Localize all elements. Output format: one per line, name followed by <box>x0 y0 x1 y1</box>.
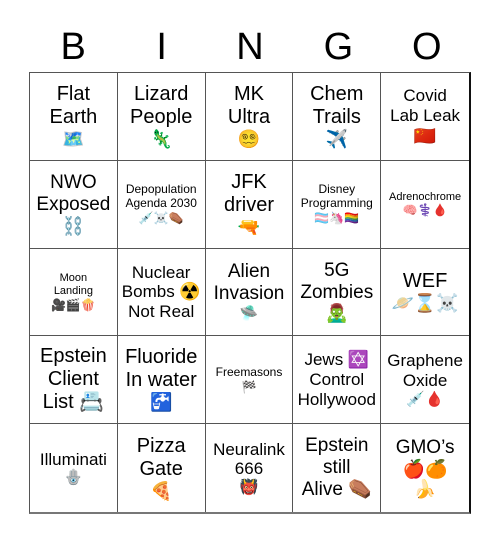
cell-label: WEF <box>402 270 448 293</box>
cell-label: Depopulation Agenda 2030 <box>125 182 197 211</box>
trans-flag-unicorn-rainbow-flag-icons: 🏳️‍⚧️🦄🏳️‍🌈 <box>314 210 360 225</box>
cell-label: Graphene Oxide <box>387 351 463 391</box>
bingo-cell-nuclear-bombs-not-real[interactable]: Nuclear Bombs ☢️ Not Real <box>117 248 206 337</box>
bingo-cell-neuralink-666[interactable]: Neuralink 666 👹 <box>206 424 294 512</box>
potable-water-icon: 🚰 <box>149 392 173 413</box>
ogre-icon: 👹 <box>239 478 259 496</box>
chains-icon: ⛓️ <box>62 215 85 236</box>
cell-label: Flat Earth <box>49 83 98 128</box>
bingo-cell-fluoride-in-water[interactable]: Fluoride In water 🚰 <box>117 336 206 425</box>
bingo-cell-covid-lab-leak[interactable]: Covid Lab Leak 🇨🇳 <box>381 73 469 161</box>
cell-label: Illuminati <box>39 449 107 469</box>
bingo-cell-lizard-people[interactable]: Lizard People 🦎 <box>117 73 206 161</box>
ufo-icon: 🛸 <box>239 305 259 323</box>
movie-camera-clapper-popcorn-icons: 🎥🎬🍿 <box>50 297 96 312</box>
bingo-board: Flat Earth 🗺️ Lizard People 🦎 MK Ultra 😵… <box>29 72 471 514</box>
header-letter-n: N <box>236 26 264 68</box>
bingo-cell-depopulation-agenda[interactable]: Depopulation Agenda 2030 💉☠️⚰️ <box>117 160 206 249</box>
syringe-skull-coffin-icons: 💉☠️⚰️ <box>138 210 184 225</box>
bingo-cell-jews-control-hollywood[interactable]: Jews ✡️ Control Hollywood <box>293 336 382 425</box>
header-letter-o: O <box>412 26 442 68</box>
cell-label: Adrenochrome <box>389 190 462 203</box>
bingo-cell-jfk-driver[interactable]: JFK driver 🔫 <box>205 160 294 249</box>
cell-label: Epstein still Alive ⚰️ <box>301 435 372 501</box>
pizza-icon: 🍕 <box>149 480 173 501</box>
bingo-cell-alien-invasion[interactable]: Alien Invasion 🛸 <box>205 248 294 337</box>
bingo-cell-chem-trails[interactable]: Chem Trails ✈️ <box>293 73 382 161</box>
water-pistol-icon: 🔫 <box>237 216 261 237</box>
cell-label: 5G Zombies <box>300 259 374 303</box>
hamsa-icon: 🪬 <box>64 469 83 487</box>
bingo-cell-epstein-client-list[interactable]: Epstein Client List 📇 <box>30 336 118 425</box>
bingo-cell-disney-programming[interactable]: Disney Programming 🏳️‍⚧️🦄🏳️‍🌈 <box>293 160 382 249</box>
cell-label: Fluoride In water <box>125 346 198 392</box>
checkered-flag-icon: 🏁 <box>241 379 257 394</box>
bingo-cell-illuminati[interactable]: Illuminati 🪬 <box>30 424 118 512</box>
cell-label: Pizza Gate <box>136 434 186 480</box>
cell-label: Disney Programming <box>300 182 373 211</box>
bingo-cell-epstein-still-alive[interactable]: Epstein still Alive ⚰️ <box>293 424 382 512</box>
cell-label: Neuralink 666 <box>213 439 285 479</box>
cell-label: Freemasons <box>215 364 283 379</box>
cell-label: JFK driver <box>223 170 274 216</box>
bingo-cell-graphene-oxide[interactable]: Graphene Oxide 💉🩸 <box>381 336 469 425</box>
bingo-cell-pizza-gate[interactable]: Pizza Gate 🍕 <box>118 424 206 512</box>
bingo-cell-flat-earth[interactable]: Flat Earth 🗺️ <box>30 73 118 161</box>
header-letter-i: I <box>156 26 167 68</box>
header-letter-b: B <box>60 26 86 68</box>
china-flag-icon: 🇨🇳 <box>413 125 437 146</box>
brain-medical-blood-icons: 🧠⚕️🩸 <box>402 203 448 218</box>
cell-label: Lizard People <box>130 83 193 128</box>
syringe-blood-icons: 💉🩸 <box>406 390 444 408</box>
cell-label: GMO’s <box>395 436 455 458</box>
bingo-cell-gmos[interactable]: GMO’s 🍎🍊 🍌 <box>381 424 469 512</box>
airplane-icon: ✈️ <box>325 129 348 149</box>
zombie-icon: 🧟‍♂️ <box>325 303 348 324</box>
world-map-icon: 🗺️ <box>62 129 85 149</box>
lizard-icon: 🦎 <box>149 129 173 149</box>
apple-tangerine-banana-icons: 🍎🍊 🍌 <box>402 458 448 499</box>
bingo-cell-5g-zombies[interactable]: 5G Zombies 🧟‍♂️ <box>293 248 382 337</box>
cell-label: Jews ✡️ Control Hollywood <box>297 350 376 409</box>
cell-label: Moon Landing <box>53 272 93 297</box>
bingo-header: B I N G O <box>29 22 471 72</box>
cell-label: Epstein Client List 📇 <box>40 345 107 414</box>
bingo-cell-moon-landing[interactable]: Moon Landing 🎥🎬🍿 <box>30 248 118 337</box>
cell-label: Alien Invasion <box>213 261 285 305</box>
planet-hourglass-skull-icons: 🪐⌛☠️ <box>391 293 459 314</box>
bingo-cell-nwo-exposed[interactable]: NWO Exposed ⛓️ <box>30 160 118 249</box>
cell-label: Nuclear Bombs ☢️ Not Real <box>121 262 201 321</box>
dizzy-face-icon: 😵‍💫 <box>237 129 261 149</box>
cell-label: NWO Exposed <box>36 171 111 215</box>
cell-label: Covid Lab Leak <box>390 86 461 125</box>
bingo-cell-adrenochrome[interactable]: Adrenochrome 🧠⚕️🩸 <box>381 161 469 249</box>
bingo-cell-mk-ultra[interactable]: MK Ultra 😵‍💫 <box>205 73 294 161</box>
cell-label: Chem Trails <box>310 83 364 128</box>
header-letter-g: G <box>323 26 354 68</box>
bingo-cell-freemasons[interactable]: Freemasons 🏁 <box>205 336 294 425</box>
cell-label: MK Ultra <box>227 83 271 128</box>
bingo-cell-wef[interactable]: WEF 🪐⌛☠️ <box>381 249 469 337</box>
